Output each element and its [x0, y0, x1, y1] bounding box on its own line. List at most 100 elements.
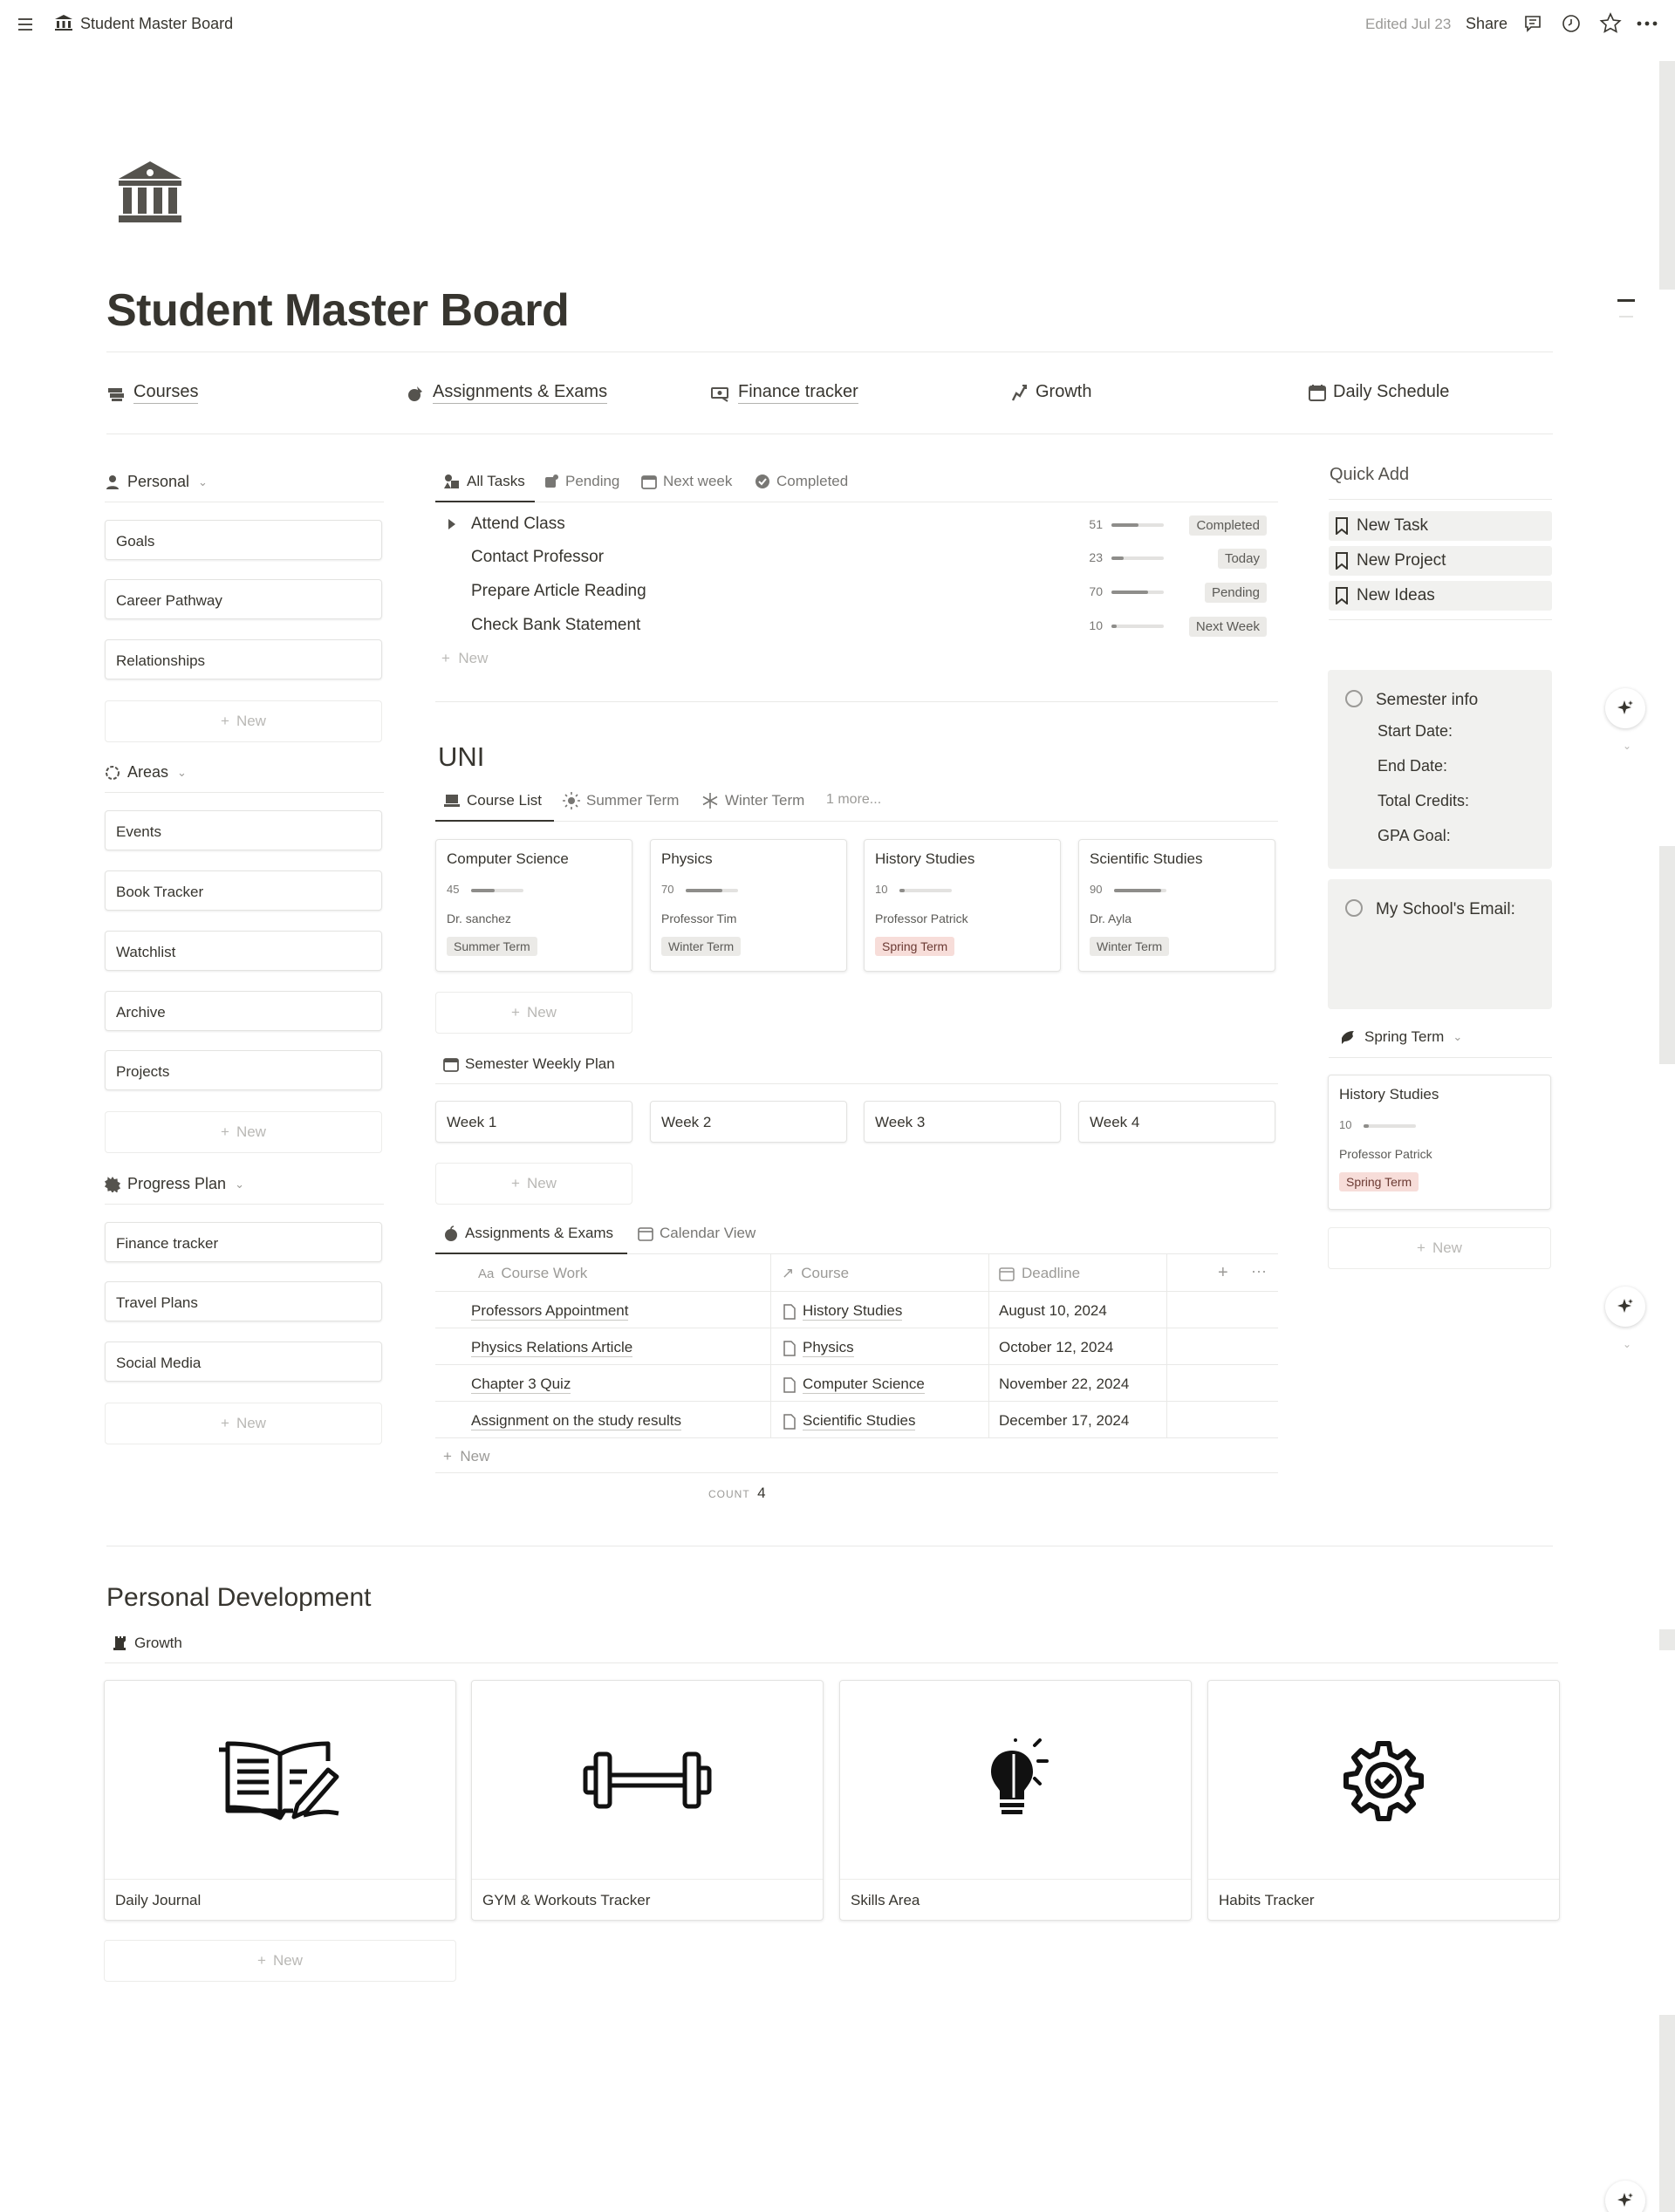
status-badge[interactable]: Pending	[1204, 583, 1267, 603]
cell-course-work[interactable]: Physics Relations Article	[471, 1339, 633, 1357]
task-row[interactable]: Attend Class	[471, 515, 565, 534]
status-badge[interactable]: Today	[1217, 549, 1267, 569]
task-row[interactable]: Check Bank Statement	[471, 616, 640, 635]
nav-link-assignments[interactable]: Assignments & Exams	[407, 382, 608, 404]
tab-summer-term[interactable]: Summer Term	[563, 792, 679, 809]
tab-assignments-exams[interactable]: Assignments & Exams	[443, 1225, 613, 1242]
cell-deadline[interactable]: August 10, 2024	[999, 1302, 1107, 1320]
course-card[interactable]: Scientific Studies 90 Dr. Ayla Winter Te…	[1078, 839, 1275, 972]
breadcrumb[interactable]: Student Master Board	[80, 15, 233, 33]
chevron-down-icon[interactable]: ⌄	[1623, 740, 1631, 752]
gallery-card-habits-tracker[interactable]: Habits Tracker	[1207, 1680, 1560, 1921]
new-button[interactable]: + New	[105, 700, 382, 742]
new-task-row[interactable]: + New	[441, 650, 488, 667]
week-card[interactable]: Week 1	[435, 1101, 632, 1143]
card-travel-plans[interactable]: Travel Plans	[105, 1281, 382, 1321]
table-options-icon[interactable]: ···	[1251, 1262, 1267, 1280]
card-watchlist[interactable]: Watchlist	[105, 931, 382, 971]
outline-marker[interactable]	[1619, 316, 1633, 317]
toggle-arrow-icon[interactable]	[447, 518, 457, 530]
cell-deadline[interactable]: October 12, 2024	[999, 1339, 1113, 1356]
section-growth[interactable]: Growth	[113, 1635, 182, 1652]
count-summary[interactable]: COUNT 4	[708, 1485, 766, 1502]
nav-link-growth[interactable]: Growth	[1009, 382, 1091, 403]
scrollbar[interactable]	[1658, 61, 1675, 2212]
ai-sparkle-button[interactable]	[1605, 1287, 1645, 1327]
cell-course[interactable]: Scientific Studies	[783, 1412, 916, 1430]
chevron-down-icon[interactable]: ⌄	[198, 475, 208, 489]
new-button[interactable]: + New	[1328, 1227, 1551, 1269]
gallery-card-skills-area[interactable]: Skills Area	[839, 1680, 1192, 1921]
week-card[interactable]: Week 3	[864, 1101, 1061, 1143]
page-title[interactable]: Student Master Board	[106, 284, 570, 337]
new-button[interactable]: + New	[435, 1163, 632, 1205]
tab-winter-term[interactable]: Winter Term	[701, 792, 804, 809]
gallery-card-gym-tracker[interactable]: GYM & Workouts Tracker	[471, 1680, 824, 1921]
new-button[interactable]: + New	[105, 1111, 382, 1153]
nav-link-courses[interactable]: Courses	[107, 382, 199, 404]
chevron-down-icon[interactable]: ⌄	[1453, 1030, 1462, 1044]
share-button[interactable]: Share	[1466, 15, 1508, 33]
tab-next-week[interactable]: Next week	[641, 473, 732, 490]
card-relationships[interactable]: Relationships	[105, 639, 382, 679]
ai-sparkle-button[interactable]	[1605, 688, 1645, 728]
tab-calendar-view[interactable]: Calendar View	[638, 1225, 755, 1242]
quick-add-new-ideas[interactable]: New Ideas	[1329, 581, 1552, 611]
cell-course[interactable]: Computer Science	[783, 1376, 925, 1394]
uni-heading[interactable]: UNI	[438, 741, 484, 773]
tab-all-tasks[interactable]: All Tasks	[443, 473, 525, 490]
outline-marker[interactable]	[1617, 299, 1635, 302]
school-email-callout[interactable]: My School's Email:	[1328, 879, 1552, 1009]
cell-course-work[interactable]: Professors Appointment	[471, 1302, 629, 1321]
card-career-pathway[interactable]: Career Pathway	[105, 579, 382, 619]
personal-development-heading[interactable]: Personal Development	[106, 1583, 372, 1613]
tab-course-list[interactable]: Course List	[443, 792, 542, 809]
column-header-course-work[interactable]: Aa Course Work	[478, 1265, 587, 1282]
cell-course[interactable]: History Studies	[783, 1302, 903, 1321]
card-finance-tracker[interactable]: Finance tracker	[105, 1222, 382, 1262]
card-events[interactable]: Events	[105, 810, 382, 850]
nav-link-daily-schedule[interactable]: Daily Schedule	[1309, 382, 1449, 403]
semester-end-date[interactable]: End Date:	[1378, 757, 1447, 775]
tab-pending[interactable]: Pending	[544, 473, 619, 490]
quick-add-heading[interactable]: Quick Add	[1330, 465, 1409, 485]
cell-course-work[interactable]: Chapter 3 Quiz	[471, 1376, 571, 1394]
page-icon-bank[interactable]	[116, 160, 184, 226]
column-header-course[interactable]: ↗ Course	[782, 1265, 849, 1282]
cell-course[interactable]: Physics	[783, 1339, 854, 1357]
status-badge[interactable]: Completed	[1189, 515, 1267, 536]
chevron-down-icon[interactable]: ⌄	[177, 766, 187, 780]
new-button[interactable]: + New	[105, 1403, 382, 1444]
week-card[interactable]: Week 2	[650, 1101, 847, 1143]
comment-icon[interactable]	[1522, 13, 1543, 34]
semester-info-callout[interactable]: Semester info Start Date: End Date: Tota…	[1328, 670, 1552, 869]
history-icon[interactable]	[1561, 13, 1582, 34]
status-badge[interactable]: Next Week	[1188, 617, 1267, 637]
course-card[interactable]: Computer Science 45 Dr. sanchez Summer T…	[435, 839, 632, 972]
cell-deadline[interactable]: November 22, 2024	[999, 1376, 1129, 1393]
star-icon[interactable]	[1599, 12, 1622, 35]
semester-start-date[interactable]: Start Date:	[1378, 722, 1453, 741]
column-header-deadline[interactable]: Deadline	[999, 1265, 1080, 1282]
cell-deadline[interactable]: December 17, 2024	[999, 1412, 1129, 1430]
more-options-icon[interactable]	[1637, 21, 1658, 26]
card-goals[interactable]: Goals	[105, 520, 382, 560]
tab-more[interactable]: 1 more...	[826, 792, 881, 808]
semester-gpa-goal[interactable]: GPA Goal:	[1378, 827, 1451, 845]
quick-add-new-task[interactable]: New Task	[1329, 511, 1552, 541]
quick-add-new-project[interactable]: New Project	[1329, 546, 1552, 576]
course-card[interactable]: History Studies 10 Professor Patrick Spr…	[864, 839, 1061, 972]
task-row[interactable]: Prepare Article Reading	[471, 582, 646, 601]
gallery-card-daily-journal[interactable]: Daily Journal	[104, 1680, 456, 1921]
scrollbar-thumb[interactable]	[1659, 61, 1675, 290]
ai-sparkle-button[interactable]	[1605, 2181, 1645, 2212]
nav-link-finance[interactable]: Finance tracker	[710, 382, 858, 404]
section-personal[interactable]: Personal ⌄	[105, 473, 208, 491]
new-row-button[interactable]: + New	[443, 1448, 489, 1465]
card-projects[interactable]: Projects	[105, 1050, 382, 1090]
tab-weekly-plan[interactable]: Semester Weekly Plan	[443, 1055, 615, 1073]
section-progress-plan[interactable]: Progress Plan ⌄	[105, 1175, 244, 1193]
menu-icon[interactable]	[16, 15, 35, 34]
card-social-media[interactable]: Social Media	[105, 1342, 382, 1382]
add-column-button[interactable]: +	[1218, 1263, 1228, 1283]
